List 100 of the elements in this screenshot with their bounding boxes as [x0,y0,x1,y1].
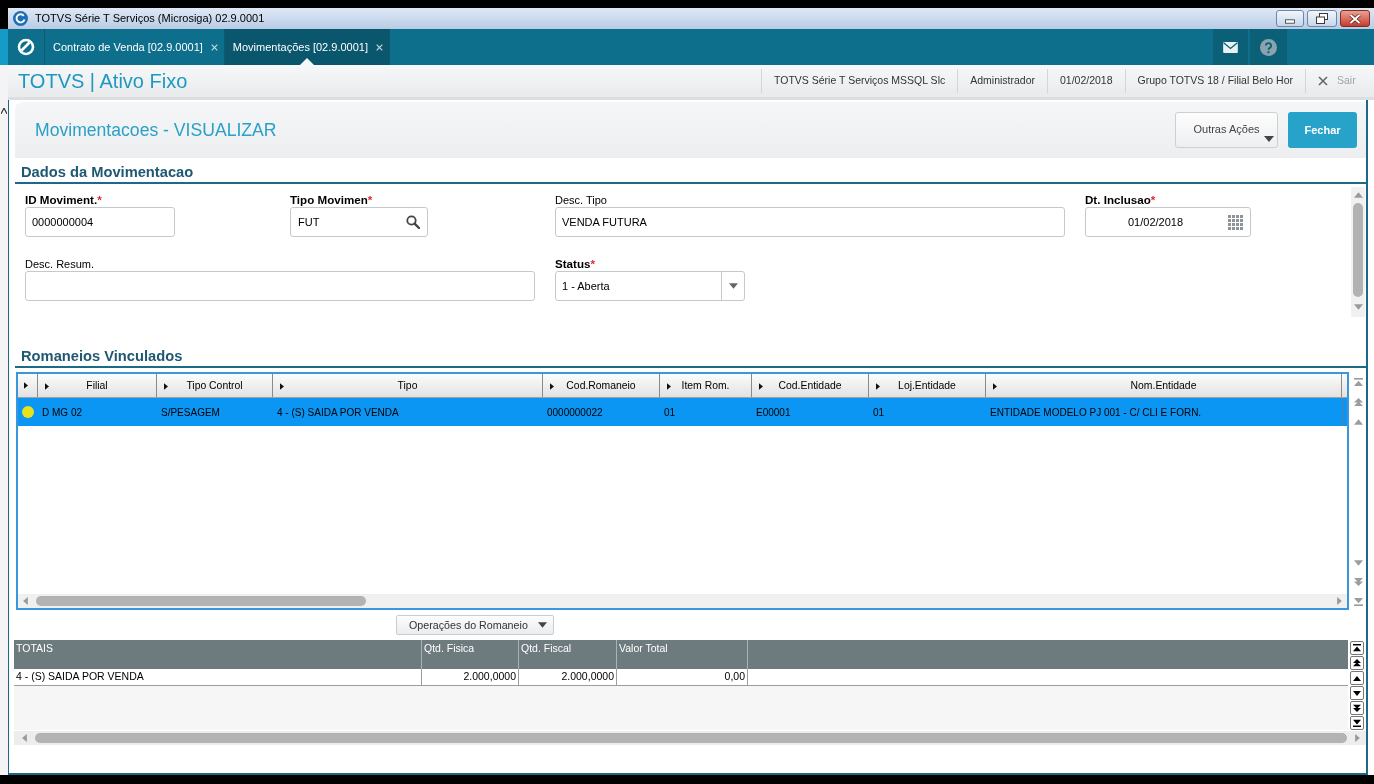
caret-icon[interactable] [728,283,738,289]
arrow-right-icon[interactable] [1355,734,1360,742]
column-header[interactable]: Loj.Entidade [869,374,986,397]
mail-button[interactable] [1213,29,1248,65]
table-cell-text: 01 [872,405,886,420]
arrow-left-icon[interactable] [23,597,28,605]
close-icon[interactable] [376,43,383,51]
column-header[interactable]: Cod.Entidade [752,374,869,397]
column-header[interactable]: Tipo [273,374,543,397]
column-header[interactable]: Filial [38,374,157,397]
horizontal-scrollbar[interactable] [18,594,1347,608]
scroll-button[interactable] [1350,716,1364,730]
arrow-right-icon[interactable] [1337,597,1342,605]
scroll-button[interactable] [1350,701,1364,715]
triangle-icon[interactable] [45,383,49,390]
field-label: Tipo Movimen* [290,193,373,207]
date-field[interactable]: 01/02/2018 [1085,207,1251,237]
help-icon [1260,38,1277,56]
minimize-icon [1285,18,1295,24]
field-label: Status* [555,257,595,271]
scroll-thumb[interactable] [36,596,366,606]
caret-icon [538,622,547,628]
arrow-up-icon[interactable] [1353,192,1363,198]
page-title: Movimentacoes - VISUALIZAR [34,119,277,141]
table-cell-text: 4 - (S) SAIDA POR VENDA [276,405,400,420]
arrow-down-icon[interactable] [1353,304,1363,310]
triangle-icon[interactable] [550,383,554,390]
table-cell-text: 01 [663,405,677,420]
window-title: TOTVS Série T Serviços (Microsiga) 02.9.0001 [35,12,265,25]
arrow-down-bar-icon [1353,719,1361,727]
minimize-button[interactable] [1276,10,1304,27]
caret-icon [1264,136,1274,142]
restore-icon [1316,13,1328,24]
search-icon[interactable] [406,215,420,229]
lookup-field[interactable]: FUT [290,207,428,237]
app-logo-icon [13,11,28,26]
table-cell: 2.000,0000 [422,669,519,685]
triangle-icon[interactable] [759,383,763,390]
horizontal-scrollbar[interactable] [14,731,1366,745]
arrow-up-bar-icon[interactable] [1353,378,1363,387]
table-cell-text: S/PESAGEM [160,405,221,420]
header-info: 01/02/2018 [1047,69,1125,93]
scroll-thumb[interactable] [1353,203,1363,297]
triangle-icon[interactable] [24,382,28,389]
column-header[interactable]: Item Rom. [660,374,752,397]
arrow-down-icon [1353,690,1361,696]
arrow-left-icon[interactable] [22,734,27,742]
field-label: Dt. Inclusao* [1085,193,1156,207]
header-info: Administrador [957,69,1047,93]
scroll-button[interactable] [1350,641,1364,655]
scroll-button[interactable] [1350,671,1364,685]
arrow-down-icon[interactable] [1353,560,1363,566]
arrow-down-bar-icon[interactable] [1353,597,1363,606]
close-button[interactable] [1340,10,1370,27]
vertical-scrollbar[interactable] [1351,187,1365,317]
header-info: Grupo TOTVS 18 / Filial Belo Hor [1124,69,1305,93]
mail-icon [1223,41,1238,53]
table-cell-text: 0000000022 [546,405,604,420]
scroll-thumb[interactable] [35,733,1347,743]
table-row[interactable]: D MG 02 S/PESAGEM 4 - (S) SAIDA POR VENDA 0000000022 01 E00001 01 ENTIDADE MODELO PJ 001 - C/ CLI E FORN. [18,398,1347,426]
field-label: Desc. Tipo [555,193,607,207]
table-cell: 4 - (S) SAIDA POR VENDA [14,669,422,685]
column-header[interactable]: Cod.Romaneio [543,374,660,397]
table-cell-text: E00001 [755,405,792,420]
triangle-icon[interactable] [993,383,997,390]
pointer-icon [299,58,314,65]
dropdown-button[interactable]: Operações do Romaneio [396,615,554,635]
input-field[interactable]: 0000000004 [25,207,175,237]
arrow-up-bar-icon [1353,644,1361,652]
input-field[interactable]: VENDA FUTURA [555,207,1065,237]
section-title: Romaneios Vinculados [21,347,183,365]
tab[interactable]: Movimentações [02.9.0001] [224,29,390,65]
triangle-icon[interactable] [667,383,671,390]
header-info: TOTVS Série T Serviços MSSQL Slc [761,69,958,93]
select-field[interactable]: 1 - Aberta [555,271,745,301]
triangle-icon[interactable] [164,383,168,390]
scroll-button[interactable] [1350,686,1364,700]
close-icon [1318,76,1328,86]
app-title: TOTVS | Ativo Fixo [17,69,188,93]
table-cell-text: D MG 02 [41,405,83,420]
triangle-icon[interactable] [280,383,284,390]
double-arrow-up-icon[interactable] [1353,398,1363,407]
column-header[interactable]: Nom.Entidade [986,374,1342,397]
column-header[interactable]: Tipo Control [157,374,273,397]
section-title: Dados da Movimentacao [21,163,194,181]
arrow-up-icon[interactable] [1353,419,1363,425]
caret-icon [1,108,7,114]
double-arrow-up-icon [1353,659,1361,667]
input-field[interactable] [25,271,535,301]
triangle-icon[interactable] [876,383,880,390]
double-arrow-down-icon[interactable] [1353,577,1363,586]
help-button[interactable] [1250,29,1287,65]
close-icon[interactable] [210,43,218,51]
restore-button[interactable] [1307,10,1337,27]
field-label: ID Moviment.* [25,193,102,207]
arrow-up-icon [1353,675,1361,681]
table-cell: 0,00 [617,669,748,685]
scroll-button[interactable] [1350,656,1364,670]
calendar-icon[interactable] [1228,214,1243,230]
dropdown-button[interactable]: Outras Ações [1175,112,1278,148]
